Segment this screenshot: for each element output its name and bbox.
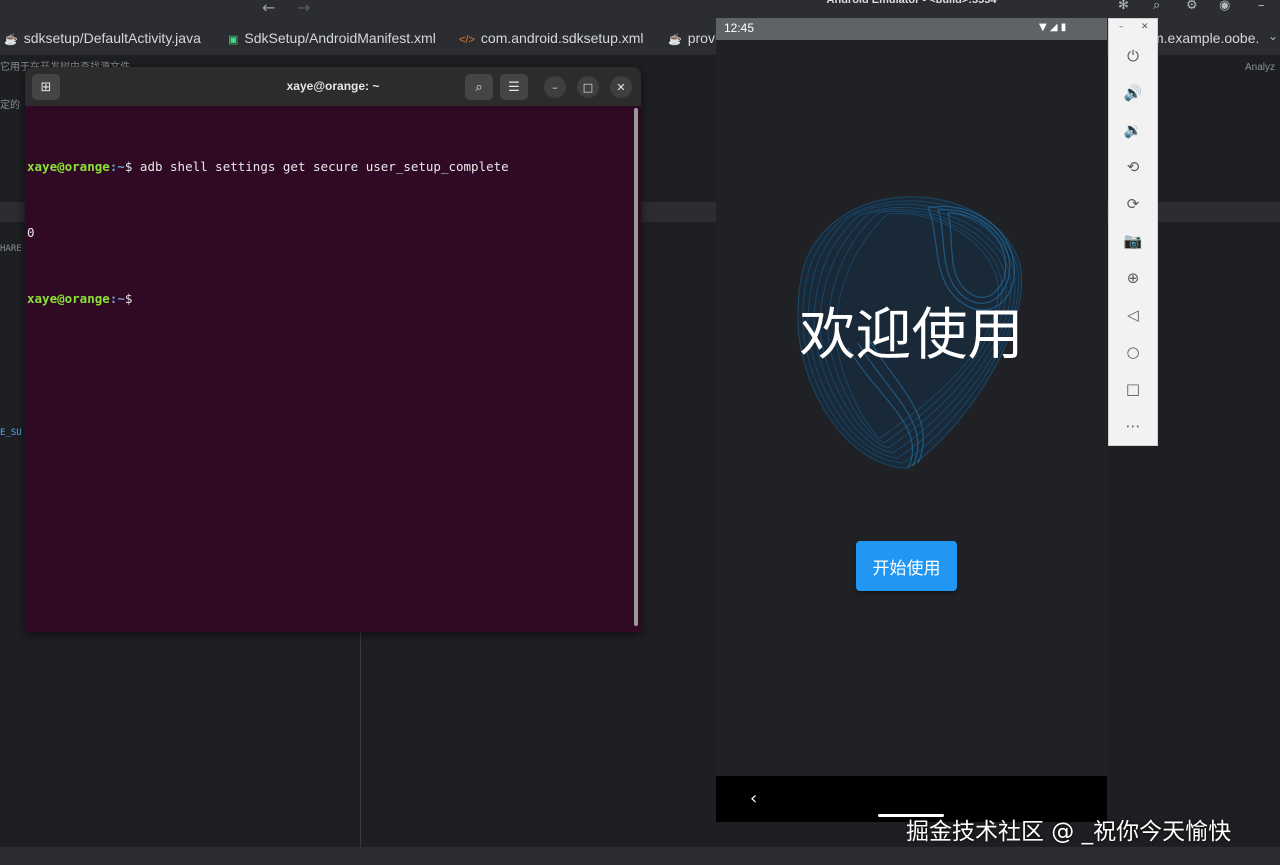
search-icon[interactable]: ⌕ bbox=[1153, 0, 1160, 12]
signal-icon: ◢ bbox=[1049, 22, 1058, 33]
minimize-icon[interactable]: – bbox=[1258, 0, 1265, 12]
terminal-command-output: 0 bbox=[27, 225, 35, 240]
chevron-down-icon[interactable]: ⌄ bbox=[1268, 29, 1278, 43]
volume-up-icon[interactable]: 🔊 bbox=[1109, 81, 1157, 105]
android-file-icon: ▣ bbox=[228, 34, 239, 46]
close-icon[interactable]: ✕ bbox=[610, 76, 632, 98]
terminal-titlebar[interactable]: ⊞ xaye@orange: ~ ⌕ ☰ – □ ✕ bbox=[25, 67, 641, 106]
ide-status-bar bbox=[0, 847, 1280, 865]
wifi-icon: ▼ bbox=[1039, 22, 1047, 33]
nav-back-icon[interactable]: ‹ bbox=[750, 788, 757, 809]
status-time: 12:45 bbox=[724, 21, 755, 35]
back-icon[interactable]: ◁ bbox=[1109, 303, 1157, 327]
tab-android-manifest[interactable]: ▣ SdkSetup/AndroidManifest.xml bbox=[228, 30, 436, 48]
java-file-icon: ☕ bbox=[668, 34, 682, 46]
tab-label: m.example.oobe. bbox=[1152, 30, 1260, 46]
emulator-title: Android Emulator - <build>:5554 bbox=[826, 0, 997, 6]
android-status-bar: 12:45 ▼ ◢ ▮ bbox=[716, 18, 1107, 40]
minimize-icon[interactable]: – bbox=[544, 76, 566, 98]
settings-gear-icon[interactable]: ⚙ bbox=[1186, 0, 1198, 12]
xml-file-icon: </> bbox=[459, 34, 475, 46]
rotate-right-icon[interactable]: ⟳ bbox=[1109, 192, 1157, 216]
more-icon[interactable]: ⋯ bbox=[1109, 414, 1157, 438]
tab-default-activity[interactable]: ☕ sdksetup/DefaultActivity.java bbox=[4, 30, 201, 48]
ide-code-fragment: E_SU bbox=[0, 428, 22, 438]
hamburger-menu-icon[interactable]: ☰ bbox=[500, 74, 528, 100]
status-icons: ▼ ◢ ▮ bbox=[1039, 22, 1066, 33]
tab-oobe[interactable]: m.example.oobe. bbox=[1152, 30, 1259, 48]
tab-label: provi bbox=[687, 30, 719, 46]
tab-label: SdkSetup/AndroidManifest.xml bbox=[244, 30, 436, 46]
debug-icon[interactable]: ✻ bbox=[1118, 0, 1129, 12]
ide-code-fragment: 定的 bbox=[0, 100, 20, 111]
toolbar-minimize-icon[interactable]: – bbox=[1119, 22, 1124, 32]
power-icon[interactable]: ⏻ bbox=[1109, 44, 1157, 68]
terminal-command: adb shell settings get secure user_setup… bbox=[139, 159, 509, 174]
zoom-icon[interactable]: ⊕ bbox=[1109, 266, 1157, 290]
ide-analyze-label: Analyz bbox=[1245, 62, 1276, 73]
tab-sdksetup-xml[interactable]: </> com.android.sdksetup.xml bbox=[459, 30, 644, 48]
rotate-left-icon[interactable]: ⟲ bbox=[1109, 155, 1157, 179]
ide-code-fragment: HARE bbox=[0, 244, 22, 254]
terminal-window[interactable]: ⊞ xaye@orange: ~ ⌕ ☰ – □ ✕ xaye@orange:~… bbox=[25, 67, 641, 632]
emulator-toolbar: – ✕ ⏻ 🔊 🔉 ⟲ ⟳ 📷 ⊕ ◁ ○ □ ⋯ bbox=[1108, 18, 1158, 446]
search-icon[interactable]: ⌕ bbox=[465, 74, 493, 100]
emulator-screen[interactable]: 12:45 ▼ ◢ ▮ 欢迎使用 开始使用 ‹ bbox=[716, 18, 1107, 822]
tab-label: com.android.sdksetup.xml bbox=[480, 30, 644, 46]
tab-label: sdksetup/DefaultActivity.java bbox=[23, 30, 201, 46]
overview-icon[interactable]: □ bbox=[1109, 377, 1157, 401]
nav-back-arrow-icon[interactable]: ← bbox=[262, 0, 275, 16]
terminal-output[interactable]: xaye@orange:~$ adb shell settings get se… bbox=[27, 112, 627, 354]
java-file-icon: ☕ bbox=[4, 34, 18, 46]
welcome-text: 欢迎使用 bbox=[799, 303, 1024, 368]
terminal-scrollbar[interactable] bbox=[634, 108, 638, 626]
maximize-icon[interactable]: □ bbox=[577, 76, 599, 98]
nav-forward-arrow-icon[interactable]: → bbox=[297, 0, 310, 16]
home-icon[interactable]: ○ bbox=[1109, 340, 1157, 364]
volume-down-icon[interactable]: 🔉 bbox=[1109, 118, 1157, 142]
start-button[interactable]: 开始使用 bbox=[856, 541, 957, 591]
battery-icon: ▮ bbox=[1060, 22, 1067, 33]
desktop-screenshot: ← → ✻ ⌕ ⚙ ◉ – ☕ sdksetup/DefaultActivity.… bbox=[0, 0, 1280, 865]
toolbar-close-icon[interactable]: ✕ bbox=[1141, 22, 1149, 32]
watermark: 掘金技术社区 @ _祝你今天愉快 bbox=[906, 819, 1232, 845]
terminal-line: xaye@orange:~$ adb shell settings get se… bbox=[27, 159, 509, 174]
camera-icon[interactable]: 📷 bbox=[1109, 229, 1157, 253]
account-icon[interactable]: ◉ bbox=[1219, 0, 1230, 12]
terminal-line: xaye@orange:~$ bbox=[27, 291, 133, 306]
tab-provision[interactable]: ☕ provi bbox=[668, 30, 718, 48]
terminal-line: 0 bbox=[27, 222, 627, 244]
